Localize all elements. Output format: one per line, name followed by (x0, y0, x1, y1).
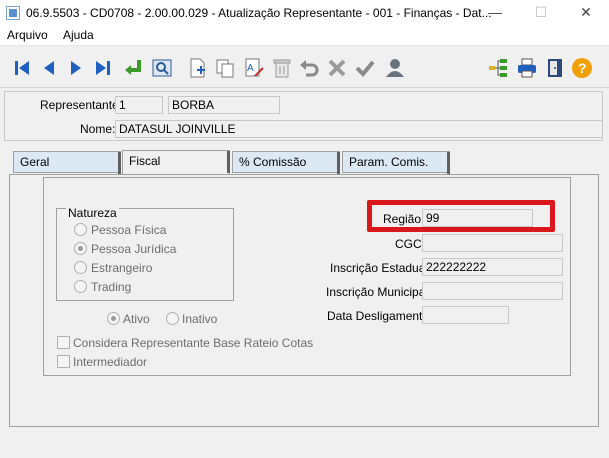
inativo-label: Inativo (182, 312, 218, 326)
hierarchy-icon[interactable] (486, 56, 510, 80)
data-desligamento-field[interactable] (422, 306, 509, 324)
footer-area (0, 430, 609, 458)
tab-divider (118, 152, 121, 174)
save-icon[interactable] (353, 56, 377, 80)
considera-rateio-label: Considera Representante Base Rateio Cota… (73, 336, 314, 350)
tab-param-comis[interactable]: Param. Comis. (342, 151, 450, 174)
ativo-label: Ativo (123, 312, 150, 326)
natureza-pessoa-juridica-radio[interactable] (74, 242, 87, 255)
cancel-icon[interactable] (325, 56, 349, 80)
inscricao-estadual-field[interactable]: 222222222 (422, 258, 563, 276)
tab-param-comis-label: Param. Comis. (349, 155, 429, 169)
ativo-radio[interactable] (107, 312, 120, 325)
help-icon[interactable]: ? (570, 56, 594, 80)
next-record-icon[interactable] (64, 56, 88, 80)
tab-comissao[interactable]: % Comissão (232, 151, 340, 174)
representante-code-field[interactable]: 1 (115, 96, 163, 114)
inscricao-municipal-field[interactable] (422, 282, 563, 300)
natureza-pessoa-fisica-label: Pessoa Física (91, 223, 167, 237)
representante-short-name-field[interactable]: BORBA (168, 96, 280, 114)
user-icon[interactable] (383, 56, 407, 80)
inscricao-estadual-label: Inscrição Estadual: (330, 261, 432, 275)
tab-comissao-label: % Comissão (239, 155, 307, 169)
goto-icon[interactable] (121, 56, 145, 80)
maximize-button[interactable]: ☐ (518, 0, 564, 26)
delete-record-icon[interactable] (270, 56, 294, 80)
natureza-trading-radio[interactable] (74, 280, 87, 293)
search-icon[interactable] (150, 56, 174, 80)
svg-text:A: A (247, 63, 254, 74)
minimize-button[interactable]: — (472, 0, 518, 26)
tab-fiscal-label: Fiscal (129, 154, 161, 168)
intermediador-checkbox[interactable] (57, 355, 70, 368)
toolbar: A ? (0, 48, 609, 88)
title-bar: 06.9.5503 - CD0708 - 2.00.00.029 - Atual… (0, 0, 609, 26)
menu-arquivo[interactable]: Arquivo (7, 28, 48, 42)
undo-icon[interactable] (297, 56, 321, 80)
print-icon[interactable] (515, 56, 539, 80)
intermediador-label: Intermediador (73, 355, 148, 369)
svg-text:?: ? (578, 60, 587, 76)
regiao-highlight-box (367, 200, 555, 232)
inativo-radio[interactable] (166, 312, 179, 325)
representante-label: Representante: (40, 98, 123, 112)
first-record-icon[interactable] (10, 56, 34, 80)
menu-bar: Arquivo Ajuda (0, 26, 609, 46)
data-desligamento-label: Data Desligamento: (327, 309, 433, 323)
edit-record-icon[interactable]: A (242, 56, 266, 80)
natureza-legend: Natureza (66, 206, 119, 220)
natureza-estrangeiro-radio[interactable] (74, 261, 87, 274)
natureza-pessoa-fisica-radio[interactable] (74, 223, 87, 236)
cgc-field[interactable] (422, 234, 563, 252)
natureza-estrangeiro-label: Estrangeiro (91, 261, 153, 275)
previous-record-icon[interactable] (37, 56, 61, 80)
nome-label: Nome: (80, 122, 116, 136)
tab-geral[interactable]: Geral (13, 151, 121, 174)
new-record-icon[interactable] (186, 56, 210, 80)
tab-fiscal[interactable]: Fiscal (122, 150, 230, 174)
copy-record-icon[interactable] (213, 56, 237, 80)
cgc-label: CGC: (395, 237, 425, 251)
natureza-trading-label: Trading (91, 280, 132, 294)
last-record-icon[interactable] (91, 56, 115, 80)
exit-icon[interactable] (543, 56, 567, 80)
nome-field[interactable]: DATASUL JOINVILLE (115, 120, 603, 138)
tab-divider (337, 152, 340, 174)
tab-divider (447, 152, 450, 174)
tab-divider (227, 151, 230, 173)
considera-rateio-checkbox[interactable] (57, 336, 70, 349)
inscricao-municipal-label: Inscrição Municipal: (326, 285, 432, 299)
app-icon (6, 6, 20, 20)
tab-geral-label: Geral (20, 155, 50, 169)
window-title: 06.9.5503 - CD0708 - 2.00.00.029 - Atual… (26, 6, 492, 20)
close-button[interactable]: ✕ (563, 0, 609, 26)
menu-ajuda[interactable]: Ajuda (63, 28, 94, 42)
natureza-pessoa-juridica-label: Pessoa Jurídica (91, 242, 177, 256)
